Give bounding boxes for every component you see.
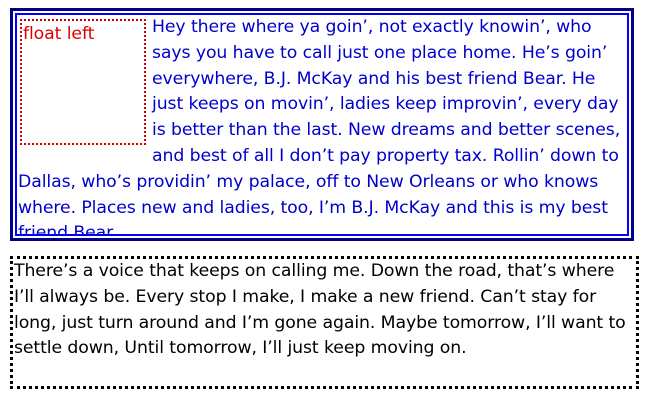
float-left-box: float left bbox=[20, 19, 146, 145]
float-left-label: float left bbox=[23, 24, 95, 44]
dotted-bordered-container: There’s a voice that keeps on calling me… bbox=[10, 256, 639, 389]
blue-text-block: float left Hey there where ya goin’, not… bbox=[15, 13, 629, 236]
blue-bordered-container: float left Hey there where ya goin’, not… bbox=[10, 8, 634, 241]
dotted-paragraph: There’s a voice that keeps on calling me… bbox=[14, 261, 626, 359]
